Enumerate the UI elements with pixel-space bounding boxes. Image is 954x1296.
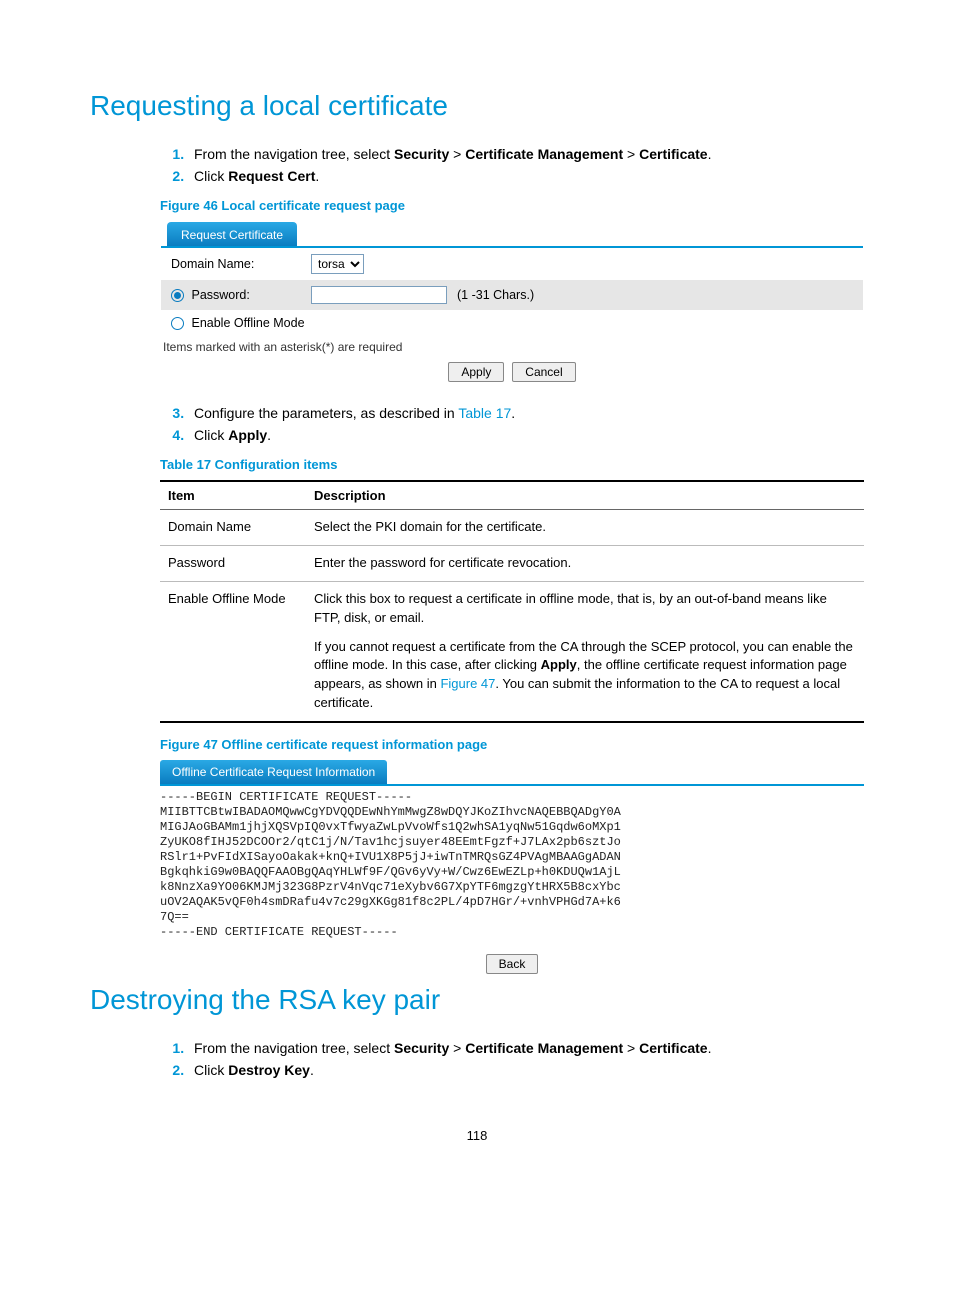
fig46-tabbar: Request Certificate	[161, 222, 863, 248]
step-3: Configure the parameters, as described i…	[188, 405, 864, 421]
d2pre: Click	[194, 1062, 228, 1078]
fig47-buttons: Back	[160, 940, 864, 984]
gt1: >	[449, 146, 465, 162]
step-4-text: Click	[194, 427, 228, 443]
step-3-text: Configure the parameters, as described i…	[194, 405, 458, 421]
d1b1: Security	[394, 1040, 449, 1056]
step-1-post: .	[708, 146, 712, 162]
certificate-request-text: -----BEGIN CERTIFICATE REQUEST----- MIIB…	[160, 790, 864, 940]
offline-desc-p1: Click this box to request a certificate …	[314, 590, 856, 628]
d1b2: Certificate Management	[465, 1040, 623, 1056]
step-1-bold-security: Security	[394, 146, 449, 162]
step-4-bold: Apply	[228, 427, 267, 443]
table-row: Password Enter the password for certific…	[160, 546, 864, 582]
step-1: From the navigation tree, select Securit…	[188, 146, 864, 162]
table-17-link[interactable]: Table 17	[458, 405, 511, 421]
th-item: Item	[160, 481, 306, 510]
step-1-bold-certmgmt: Certificate Management	[465, 146, 623, 162]
d1b3: Certificate	[639, 1040, 707, 1056]
th-desc: Description	[306, 481, 864, 510]
password-radio[interactable]	[171, 289, 184, 302]
table-row: Domain Name Select the PKI domain for th…	[160, 510, 864, 546]
fig46-buttons: Apply Cancel	[161, 356, 863, 390]
password-label: Password:	[191, 288, 249, 302]
step-3-post: .	[511, 405, 515, 421]
step-2: Click Request Cert.	[188, 168, 864, 184]
step-4-post: .	[267, 427, 271, 443]
d1post: .	[708, 1040, 712, 1056]
step-d1: From the navigation tree, select Securit…	[188, 1040, 864, 1056]
cancel-button[interactable]: Cancel	[512, 362, 575, 382]
steps-list-1a: From the navigation tree, select Securit…	[160, 146, 864, 184]
steps-list-2: From the navigation tree, select Securit…	[160, 1040, 864, 1078]
offline-label: Enable Offline Mode	[191, 316, 304, 330]
gt2: >	[623, 146, 639, 162]
table-17: Item Description Domain Name Select the …	[160, 480, 864, 723]
cell-item-offline: Enable Offline Mode	[160, 581, 306, 722]
row-domain-name: Domain Name: torsa	[161, 248, 863, 280]
table-row: Enable Offline Mode Click this box to re…	[160, 581, 864, 722]
offline-rule	[160, 784, 864, 786]
steps-list-1b: Configure the parameters, as described i…	[160, 405, 864, 443]
password-hint: (1 -31 Chars.)	[457, 288, 534, 302]
password-input[interactable]	[311, 286, 447, 304]
step-4: Click Apply.	[188, 427, 864, 443]
d2b: Destroy Key	[228, 1062, 310, 1078]
figure-47-screenshot: Offline Certificate Request Information …	[160, 760, 864, 984]
step-1-bold-cert: Certificate	[639, 146, 707, 162]
offline-info-tab[interactable]: Offline Certificate Request Information	[160, 760, 387, 784]
offline-radio[interactable]	[171, 317, 184, 330]
domain-name-label: Domain Name:	[171, 257, 301, 271]
figure-47-link[interactable]: Figure 47	[440, 676, 495, 691]
table-17-caption: Table 17 Configuration items	[160, 457, 864, 472]
cell-desc-domain: Select the PKI domain for the certificat…	[306, 510, 864, 546]
required-hint: Items marked with an asterisk(*) are req…	[163, 340, 863, 354]
request-certificate-tab[interactable]: Request Certificate	[167, 222, 297, 246]
row-offline: Enable Offline Mode	[161, 310, 863, 336]
figure-46-screenshot: Request Certificate Domain Name: torsa P…	[160, 221, 864, 391]
cell-item-domain: Domain Name	[160, 510, 306, 546]
figure-46-caption: Figure 46 Local certificate request page	[160, 198, 864, 213]
heading-request-local-cert: Requesting a local certificate	[90, 90, 864, 122]
figure-47-caption: Figure 47 Offline certificate request in…	[160, 737, 864, 752]
step-1-text-a: From the navigation tree, select	[194, 146, 394, 162]
domain-name-select[interactable]: torsa	[311, 254, 364, 274]
row-password: Password: (1 -31 Chars.)	[161, 280, 863, 310]
page-number: 118	[90, 1128, 864, 1143]
d1gt1: >	[449, 1040, 465, 1056]
apply-button[interactable]: Apply	[448, 362, 504, 382]
step-2-text: Click	[194, 168, 228, 184]
step-2-post: .	[315, 168, 319, 184]
step-d2: Click Destroy Key.	[188, 1062, 864, 1078]
d2post: .	[310, 1062, 314, 1078]
d1a: From the navigation tree, select	[194, 1040, 394, 1056]
cell-desc-password: Enter the password for certificate revoc…	[306, 546, 864, 582]
back-button[interactable]: Back	[486, 954, 539, 974]
offline-desc-p2: If you cannot request a certificate from…	[314, 638, 856, 713]
cell-item-password: Password	[160, 546, 306, 582]
d1gt2: >	[623, 1040, 639, 1056]
cell-desc-offline: Click this box to request a certificate …	[306, 581, 864, 722]
heading-destroy-rsa: Destroying the RSA key pair	[90, 984, 864, 1016]
p2b: Apply	[541, 657, 577, 672]
step-2-bold: Request Cert	[228, 168, 315, 184]
